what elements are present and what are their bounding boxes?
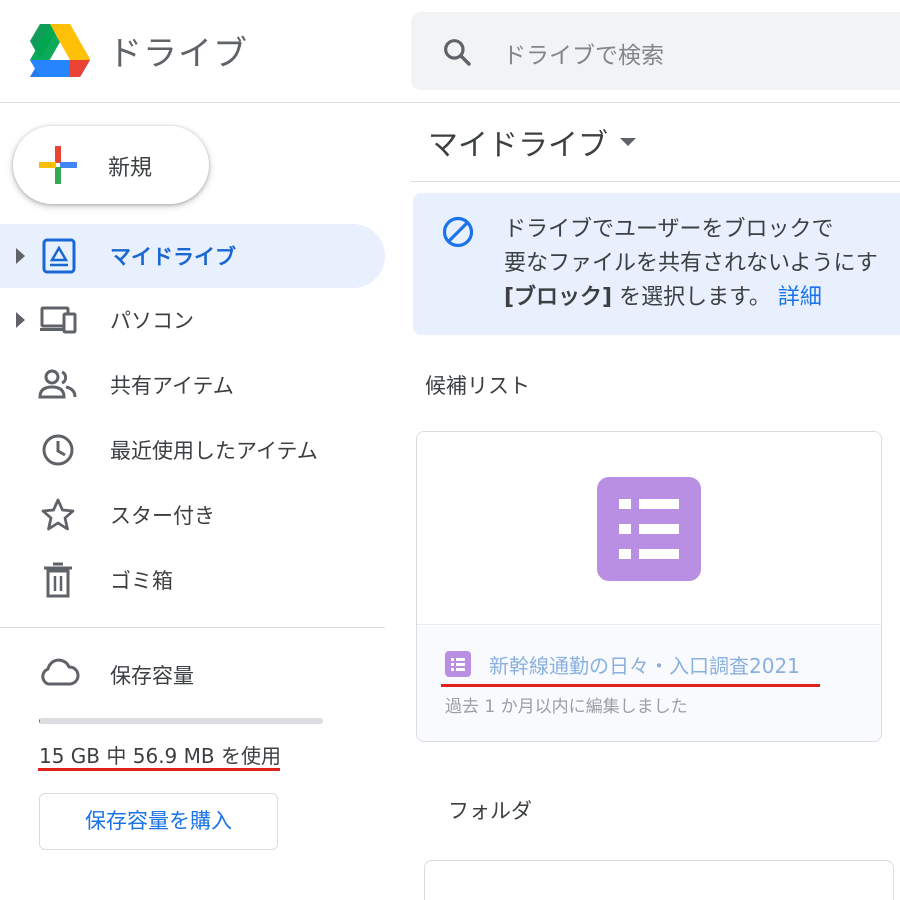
header-divider bbox=[0, 102, 900, 103]
sidebar-item-trash[interactable]: ゴミ箱 bbox=[0, 548, 385, 612]
block-icon bbox=[442, 216, 474, 248]
storage-label[interactable]: 保存容量 bbox=[110, 660, 194, 690]
search-input[interactable]: ドライブで検索 bbox=[503, 36, 664, 70]
file-preview[interactable] bbox=[417, 432, 881, 625]
cloud-icon bbox=[41, 658, 80, 686]
banner-line-3: [ブロック] を選択します。 詳細 bbox=[504, 281, 900, 315]
star-icon bbox=[41, 498, 75, 531]
shared-people-icon bbox=[38, 369, 77, 399]
sidebar-item-recent[interactable]: 最近使用したアイテム bbox=[0, 418, 385, 482]
sidebar-item-label: 最近使用したアイテム bbox=[110, 439, 318, 463]
page-title-dropdown[interactable]: マイドライブ bbox=[428, 120, 636, 164]
sidebar-item-computers[interactable]: パソコン bbox=[0, 288, 385, 352]
banner-line-1: ドライブでユーザーをブロックで bbox=[504, 217, 834, 242]
search-bar[interactable]: ドライブで検索 bbox=[411, 12, 900, 90]
sidebar-item-label: マイドライブ bbox=[110, 245, 236, 269]
banner-text: ドライブでユーザーをブロックで 要なファイルを共有されないようにす [ブロック]… bbox=[504, 213, 900, 315]
plus-icon bbox=[39, 146, 77, 184]
annotation-underline bbox=[38, 768, 280, 771]
info-banner: ドライブでユーザーをブロックで 要なファイルを共有されないようにす [ブロック]… bbox=[413, 193, 900, 335]
banner-line-2: 要なファイルを共有されないようにす bbox=[504, 251, 878, 276]
computers-icon bbox=[40, 306, 77, 334]
sidebar-item-shared[interactable]: 共有アイテム bbox=[0, 353, 385, 417]
storage-usage-bar bbox=[39, 718, 323, 724]
sidebar-item-label: パソコン bbox=[110, 309, 194, 333]
google-forms-icon bbox=[597, 477, 701, 581]
clock-icon bbox=[42, 434, 74, 466]
expand-arrow-icon[interactable] bbox=[16, 312, 25, 328]
app-name: ドライブ bbox=[108, 34, 248, 74]
new-button-label: 新規 bbox=[108, 156, 153, 181]
learn-more-link[interactable]: 詳細 bbox=[778, 285, 822, 310]
file-name[interactable]: 新幹線通勤の日々・入口調査2021 bbox=[489, 650, 800, 679]
banner-bold-text: [ブロック] bbox=[504, 285, 613, 310]
sidebar-item-label: スター付き bbox=[110, 504, 215, 528]
banner-text-rest: を選択します。 bbox=[612, 285, 771, 310]
page-title[interactable]: マイドライブ bbox=[428, 128, 608, 163]
new-button[interactable]: 新規 bbox=[13, 126, 209, 204]
sidebar-item-label: ゴミ箱 bbox=[110, 569, 173, 593]
suggested-file-card[interactable]: 新幹線通勤の日々・入口調査2021 過去 1 か月以内に編集しました bbox=[416, 431, 882, 742]
folders-section-label: フォルダ bbox=[448, 799, 532, 823]
file-meta: 過去 1 か月以内に編集しました bbox=[445, 697, 688, 717]
sidebar-item-label: 共有アイテム bbox=[110, 374, 234, 398]
buy-storage-button[interactable]: 保存容量を購入 bbox=[39, 793, 278, 850]
sidebar-item-my-drive[interactable]: マイドライブ bbox=[0, 224, 385, 288]
expand-arrow-icon[interactable] bbox=[16, 248, 25, 264]
folder-card[interactable] bbox=[424, 860, 894, 900]
google-drive-logo[interactable] bbox=[30, 24, 90, 78]
suggested-section-label: 候補リスト bbox=[425, 374, 530, 398]
annotation-underline bbox=[441, 684, 820, 687]
google-forms-icon bbox=[445, 651, 471, 677]
main-divider bbox=[411, 181, 900, 182]
sidebar-item-starred[interactable]: スター付き bbox=[0, 483, 385, 547]
storage-usage-fill bbox=[39, 718, 41, 724]
sidebar-divider bbox=[0, 627, 385, 628]
caret-down-icon[interactable] bbox=[620, 138, 636, 146]
search-icon[interactable] bbox=[441, 36, 473, 68]
storage-usage-text: 15 GB 中 56.9 MB を使用 bbox=[39, 744, 281, 768]
file-card-footer[interactable]: 新幹線通勤の日々・入口調査2021 過去 1 か月以内に編集しました bbox=[417, 626, 881, 741]
trash-icon bbox=[44, 562, 72, 598]
my-drive-icon bbox=[42, 238, 76, 274]
